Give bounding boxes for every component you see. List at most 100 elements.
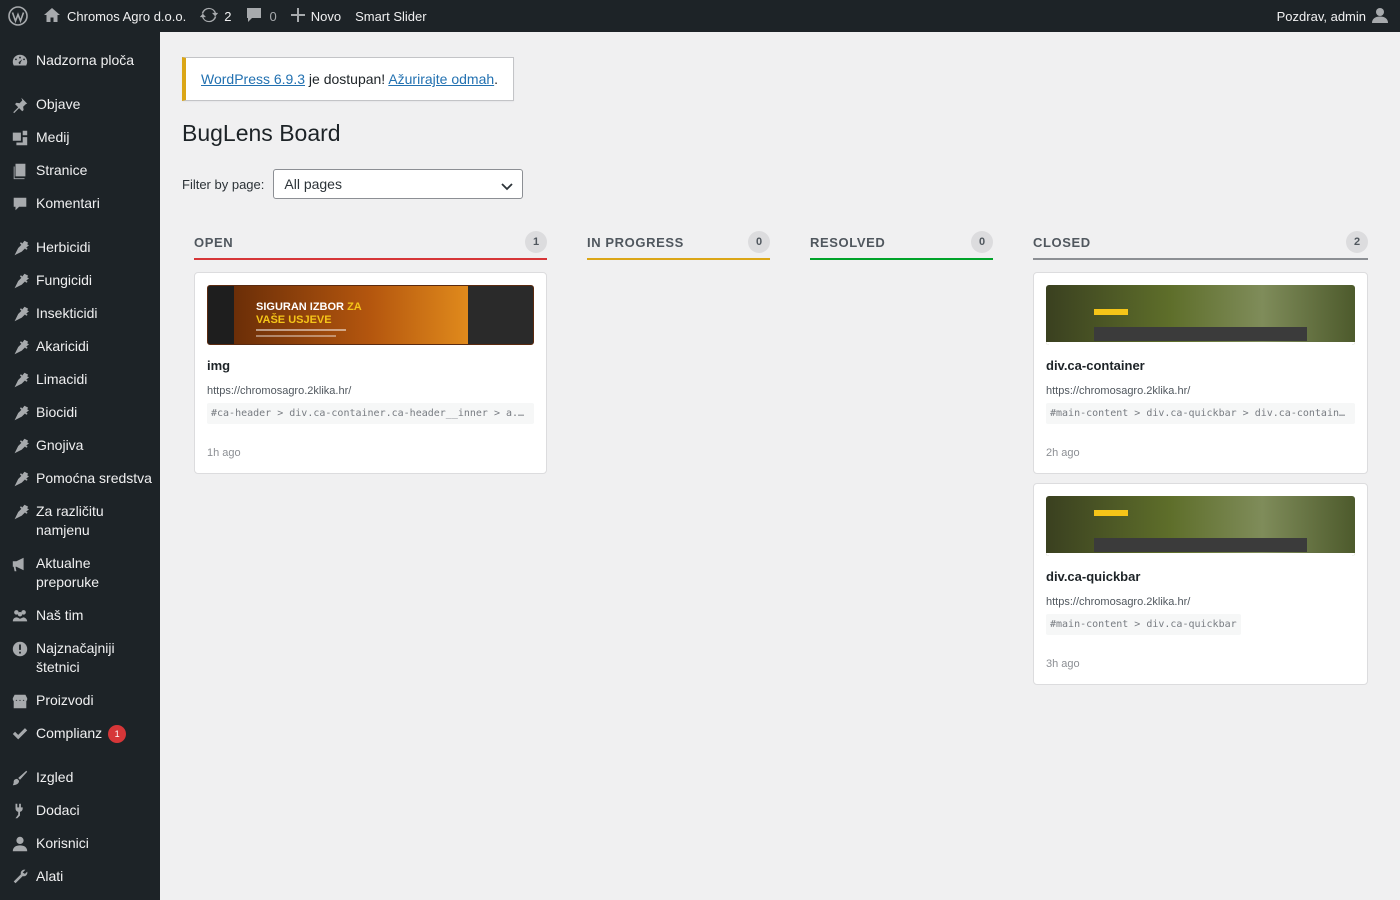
- sidebar-item-label: Pomoćna sredstva: [36, 470, 152, 486]
- column-title: CLOSED: [1033, 234, 1091, 250]
- smart-slider-label: Smart Slider: [355, 8, 427, 24]
- sidebar-item-label: Izgled: [36, 769, 74, 786]
- column-header: OPEN 1: [194, 228, 547, 260]
- sidebar-item-3[interactable]: Stranice: [0, 154, 160, 187]
- sidebar-item-11[interactable]: Gnojiva: [0, 429, 160, 462]
- sidebar-item-label: Fungicidi: [36, 272, 93, 288]
- update-icon: [200, 6, 219, 27]
- card-title: div.ca-container: [1046, 358, 1145, 373]
- store-icon: [10, 691, 30, 710]
- wrench-icon: [10, 867, 30, 886]
- sidebar-item-13[interactable]: Za različitu namjenu: [0, 495, 160, 547]
- sidebar-item-label: Najznačajniji štetnici: [36, 640, 115, 675]
- sidebar-item-9[interactable]: Limacidi: [0, 363, 160, 396]
- new-content-link[interactable]: Novo: [284, 0, 348, 32]
- column-title: OPEN: [194, 234, 234, 250]
- wordpress-logo-icon[interactable]: [0, 0, 36, 32]
- column-title: IN PROGRESS: [587, 234, 684, 250]
- check-icon: [10, 724, 30, 743]
- page-filter-value: All pages: [284, 176, 342, 192]
- menu-separator: [0, 750, 160, 761]
- carrot-icon: [10, 337, 30, 356]
- sidebar-item-6[interactable]: Fungicidi: [0, 264, 160, 297]
- card-url: https://chromosagro.2klika.hr/: [207, 385, 352, 397]
- sidebar-item-20[interactable]: Dodaci: [0, 794, 160, 827]
- greeting: Pozdrav, admin: [1276, 8, 1366, 24]
- sidebar-item-label: Naš tim: [36, 607, 84, 623]
- bug-card[interactable]: div.ca-container https://chromosagro.2kli…: [1033, 272, 1368, 474]
- sidebar-item-label: Za različitu namjenu: [36, 503, 104, 538]
- carrot-icon: [10, 469, 30, 488]
- avatar-icon: [1372, 7, 1388, 26]
- sidebar-item-22[interactable]: Alati: [0, 860, 160, 893]
- sidebar-item-label: Objave: [36, 96, 81, 112]
- home-icon: [43, 7, 61, 26]
- update-now-link[interactable]: Ažurirajte odmah: [388, 71, 494, 87]
- sidebar-item-label: Proizvodi: [36, 692, 94, 708]
- sidebar-item-14[interactable]: Aktualne preporuke: [0, 547, 160, 599]
- sidebar-item-8[interactable]: Akaricidi: [0, 330, 160, 363]
- card-url: https://chromosagro.2klika.hr/: [1046, 385, 1191, 397]
- sidebar-item-label: Dodaci: [36, 802, 80, 819]
- card-title: img: [207, 358, 231, 373]
- wordpress-version-link[interactable]: WordPress 6.9.3: [201, 71, 305, 87]
- smart-slider-link[interactable]: Smart Slider: [348, 0, 434, 32]
- sidebar-item-label: Herbicidi: [36, 239, 91, 255]
- admin-sidebar: Nadzorna ploča Objave Medij Stranice Komenta…: [0, 32, 160, 900]
- sidebar-item-1[interactable]: Objave: [0, 88, 160, 121]
- sidebar-item-label: Komentari: [36, 195, 100, 211]
- card-selector: #ca-header > div.ca-container.ca-header_…: [207, 403, 534, 424]
- chevron-down-icon: [501, 179, 514, 195]
- sidebar-item-label: Stranice: [36, 162, 88, 178]
- sidebar-item-0[interactable]: Nadzorna ploča: [0, 44, 160, 77]
- column-header: CLOSED 2: [1033, 228, 1368, 260]
- brush-icon: [10, 768, 30, 787]
- sidebar-item-label: Aktualne preporuke: [36, 555, 100, 590]
- sidebar-item-17[interactable]: Proizvodi: [0, 684, 160, 717]
- comments-link[interactable]: 0: [238, 0, 283, 32]
- sidebar-item-label: Biocidi: [36, 404, 78, 420]
- screenshot-thumbnail: SIGURAN IZBOR ZA VAŠE USJEVE: [207, 285, 534, 345]
- megaphone-icon: [10, 554, 30, 573]
- bug-card[interactable]: SIGURAN IZBOR ZA VAŠE USJEVE img https://ch…: [194, 272, 547, 474]
- update-notice: WordPress 6.9.3 je dostupan! Ažurirajte …: [182, 57, 514, 101]
- screenshot-thumbnail: [1046, 285, 1355, 345]
- sidebar-item-4[interactable]: Komentari: [0, 187, 160, 220]
- sidebar-item-18[interactable]: Complianz 1: [0, 717, 160, 750]
- sidebar-item-21[interactable]: Korisnici: [0, 827, 160, 860]
- sidebar-item-7[interactable]: Insekticidi: [0, 297, 160, 330]
- sidebar-item-16[interactable]: Najznačajniji štetnici: [0, 632, 160, 684]
- column-header: RESOLVED 0: [810, 228, 993, 260]
- filter-row: Filter by page: All pages: [182, 169, 524, 199]
- comment-icon: [10, 194, 30, 213]
- updates-link[interactable]: 2: [193, 0, 238, 32]
- sidebar-item-label: Korisnici: [36, 835, 89, 852]
- sidebar-item-label: Akaricidi: [36, 338, 89, 354]
- column-resolved: RESOLVED 0: [810, 228, 993, 260]
- sidebar-item-15[interactable]: Naš tim: [0, 599, 160, 632]
- sidebar-item-19[interactable]: Izgled: [0, 761, 160, 794]
- sidebar-item-2[interactable]: Medij: [0, 121, 160, 154]
- my-account-link[interactable]: Pozdrav, admin: [1270, 0, 1400, 32]
- screenshot-thumbnail: [1046, 496, 1355, 556]
- sidebar-item-label: Complianz 1: [36, 724, 127, 744]
- site-name-link[interactable]: Chromos Agro d.o.o.: [36, 0, 193, 32]
- plugin-icon: [10, 801, 30, 820]
- card-title: div.ca-quickbar: [1046, 569, 1141, 584]
- bug-card[interactable]: div.ca-quickbar https://chromosagro.2klik…: [1033, 483, 1368, 685]
- user-icon: [10, 834, 30, 853]
- carrot-icon: [10, 403, 30, 422]
- sidebar-item-10[interactable]: Biocidi: [0, 396, 160, 429]
- column-header: IN PROGRESS 0: [587, 228, 770, 260]
- plus-icon: [290, 7, 305, 25]
- sidebar-item-5[interactable]: Herbicidi: [0, 231, 160, 264]
- column-open: OPEN 1 SIGURAN IZBOR ZA VAŠE USJEVE img https…: [194, 228, 547, 474]
- carrot-icon: [10, 238, 30, 257]
- page-filter-select[interactable]: All pages: [273, 169, 524, 199]
- dashboard-icon: [10, 51, 30, 70]
- sidebar-item-12[interactable]: Pomoćna sredstva: [0, 462, 160, 495]
- sidebar-item-label: Nadzorna ploča: [36, 52, 135, 68]
- page-title: BugLens Board: [182, 120, 341, 146]
- admin-bar: Chromos Agro d.o.o. 2 0 Novo Smart Slide…: [0, 0, 1400, 32]
- carrot-icon: [10, 436, 30, 455]
